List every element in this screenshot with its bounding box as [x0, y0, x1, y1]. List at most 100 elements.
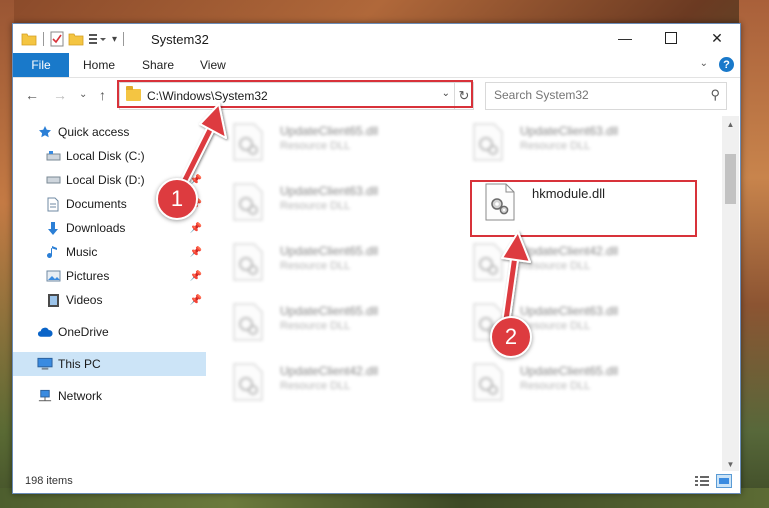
file-type: Resource DLL [280, 200, 351, 212]
maximize-icon [665, 32, 677, 44]
dll-file-icon [473, 363, 503, 401]
folder-icon[interactable] [21, 32, 37, 46]
navigation-bar: ← → ⌄ ↑ C:\Windows\System32 ⌄ ↻ ⚲ [13, 80, 740, 110]
file-highlight-box [470, 180, 697, 237]
cloud-icon [37, 324, 53, 340]
customize-toolbar-icon[interactable] [88, 32, 108, 46]
tab-view[interactable]: View [200, 53, 226, 77]
search-icon: ⚲ [710, 87, 720, 102]
tab-home[interactable]: Home [83, 53, 115, 77]
sidebar-item-label: Music [66, 245, 98, 259]
sidebar-item-label: Documents [66, 197, 127, 211]
pin-icon[interactable]: 📌 [190, 247, 202, 258]
video-icon [45, 292, 61, 308]
recent-locations-button[interactable]: ⌄ [79, 89, 87, 100]
window-title: System32 [151, 32, 209, 47]
file-item[interactable]: UpdateClient63.dll Resource DLL [218, 178, 438, 228]
details-view-icon[interactable] [694, 474, 710, 488]
file-name: UpdateClient42.dll [520, 244, 619, 258]
search-box[interactable]: ⚲ [485, 82, 727, 110]
file-item[interactable]: UpdateClient65.dll Resource DLL [218, 238, 438, 288]
file-name: UpdateClient42.dll [280, 364, 379, 378]
sidebar-item-onedrive[interactable]: OneDrive [13, 320, 206, 344]
vertical-scrollbar[interactable]: ▲ ▼ [722, 116, 739, 472]
dll-file-icon [233, 243, 263, 281]
sidebar-item-pictures[interactable]: Pictures 📌 [13, 264, 206, 288]
chevron-down-icon: ⌄ [79, 89, 88, 100]
dll-file-icon [233, 123, 263, 161]
sidebar-item-label: Quick access [58, 125, 130, 139]
back-button[interactable]: ← [25, 87, 39, 103]
toolbar-dropdown-icon[interactable]: ▾ [112, 34, 117, 45]
search-input[interactable] [492, 87, 696, 103]
new-folder-icon[interactable] [68, 32, 84, 46]
sidebar-item-label: Videos [66, 293, 103, 307]
properties-icon[interactable] [50, 31, 64, 47]
dll-file-icon [233, 303, 263, 341]
minimize-button[interactable]: — [602, 24, 648, 52]
file-name: UpdateClient65.dll [280, 124, 379, 138]
download-icon [45, 220, 61, 236]
maximize-button[interactable] [648, 24, 694, 52]
file-item[interactable]: UpdateClient42.dll Resource DLL [458, 238, 678, 288]
dll-file-icon [473, 243, 503, 281]
sidebar-item-label: Pictures [66, 269, 110, 283]
tab-file[interactable]: File [13, 53, 69, 77]
ribbon: File Home Share View ⌄ ? [13, 53, 740, 78]
pin-icon[interactable]: 📌 [190, 223, 202, 234]
dll-file-icon [473, 123, 503, 161]
file-type: Resource DLL [280, 260, 351, 272]
desktop-background-right [739, 0, 769, 508]
file-type: Resource DLL [280, 320, 351, 332]
caption-buttons: — ✕ [602, 24, 740, 52]
step-1-badge: 1 [156, 178, 198, 220]
sidebar-item-network[interactable]: Network [13, 384, 206, 408]
document-icon [45, 196, 61, 212]
sidebar-item-label: Local Disk (D:) [66, 173, 145, 187]
minimize-icon: — [618, 30, 632, 46]
close-icon: ✕ [711, 29, 723, 46]
expand-ribbon-icon[interactable]: ⌄ [700, 58, 708, 69]
scroll-down-icon[interactable]: ▼ [722, 456, 739, 472]
sidebar-item-this-pc[interactable]: This PC [13, 352, 206, 376]
help-icon[interactable]: ? [719, 57, 734, 72]
file-name: UpdateClient63.dll [520, 124, 619, 138]
up-button[interactable]: ↑ [99, 87, 106, 103]
tiles-view-icon[interactable] [716, 474, 732, 488]
file-type: Resource DLL [520, 260, 591, 272]
scrollbar-thumb[interactable] [725, 154, 736, 204]
drive-icon [45, 172, 61, 188]
file-explorer-window: ▾ System32 — ✕ File Home Share View ⌄ ? … [12, 23, 741, 494]
file-item[interactable]: UpdateClient65.dll Resource DLL [218, 298, 438, 348]
pin-icon[interactable]: 📌 [190, 295, 202, 306]
scroll-up-icon[interactable]: ▲ [722, 116, 739, 132]
file-item[interactable]: UpdateClient63.dll Resource DLL [458, 118, 678, 168]
sidebar-item-local-disk-c[interactable]: Local Disk (C:) [13, 144, 206, 168]
navigation-pane: Quick access Local Disk (C:) Local Disk … [13, 116, 206, 464]
sidebar-item-label: This PC [58, 357, 101, 371]
pin-icon[interactable]: 📌 [190, 271, 202, 282]
drive-icon [45, 148, 61, 164]
close-button[interactable]: ✕ [694, 24, 740, 52]
status-bar: 198 items [13, 471, 740, 493]
dll-file-icon [233, 183, 263, 221]
view-switcher [694, 474, 732, 488]
file-name: UpdateClient63.dll [520, 304, 619, 318]
network-icon [37, 388, 53, 404]
file-name: UpdateClient63.dll [280, 184, 379, 198]
sidebar-item-label: Network [58, 389, 103, 403]
sidebar-item-videos[interactable]: Videos 📌 [13, 288, 206, 312]
file-item[interactable]: UpdateClient65.dll Resource DLL [458, 358, 678, 408]
toolbar-divider [123, 32, 125, 46]
file-item[interactable]: UpdateClient65.dll Resource DLL [218, 118, 438, 168]
forward-button[interactable]: → [53, 87, 67, 103]
file-item[interactable]: UpdateClient42.dll Resource DLL [218, 358, 438, 408]
sidebar-item-quick-access[interactable]: Quick access [13, 120, 206, 144]
file-type: Resource DLL [520, 380, 591, 392]
tab-share[interactable]: Share [142, 53, 174, 77]
star-icon [37, 124, 53, 140]
dll-file-icon [233, 363, 263, 401]
toolbar-divider [43, 32, 44, 46]
sidebar-item-music[interactable]: Music 📌 [13, 240, 206, 264]
file-list: UpdateClient65.dll Resource DLL UpdateCl… [218, 116, 718, 472]
